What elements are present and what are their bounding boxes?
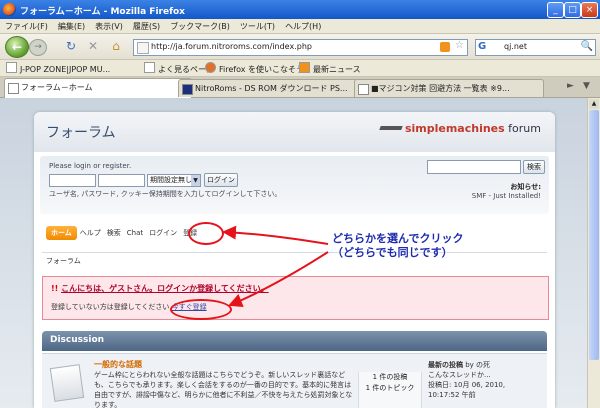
breadcrumb[interactable]: フォーラム [46,256,81,266]
menu-view[interactable]: 表示(V) [90,19,128,33]
menu-search-link[interactable]: 検索 [104,226,124,240]
reload-icon[interactable]: ↻ [64,39,78,53]
stop-icon[interactable]: ✕ [86,39,100,53]
menu-chat-link[interactable]: Chat [124,226,146,240]
bookmark-item[interactable]: J-POP ZONE|JPOP MU... [6,62,110,74]
search-bar[interactable]: G qj.net 🔍 [475,39,596,56]
back-button[interactable]: ← [5,36,29,58]
page-icon [144,62,155,73]
board-row: 一般的な話題 ゲーム枠にとらわれない全般な話題はこちらでどうぞ。新しいスレッド裏… [42,353,547,408]
tab-favicon [182,84,193,95]
navigation-toolbar: ← → ↻ ✕ ⌂ http://ja.forum.nitroroms.com/… [0,34,600,60]
tab-forum-home[interactable]: フォーラム－ホーム ✖ [4,78,192,98]
site-favicon [137,42,149,54]
page-viewport: ▲ フォーラム simplemachines forum Please logi… [0,98,600,408]
board-last-post: 最新の投稿 by の死 こんなスレッドか... 投稿日: 10月 06, 201… [428,360,546,400]
back-arrow-icon: ← [11,40,23,54]
scroll-thumb[interactable] [589,110,599,360]
smf-logo: simplemachines forum [379,122,541,135]
rss-icon[interactable] [440,42,450,52]
tab-nitroroms[interactable]: NitroRoms - DS ROM ダウンロード PS... [178,79,368,97]
warning-icon: !! [51,284,59,293]
minimize-button[interactable]: _ [547,2,564,18]
firefox-icon [205,62,216,73]
menu-help-link[interactable]: ヘルプ [77,226,104,240]
firefox-icon [3,3,16,16]
login-hint: ユーザ名, パスワード, クッキー保持期間を入力してログインして下さい。 [49,190,282,198]
forum-search-button[interactable]: 検索 [523,160,545,174]
news-text: SMF - Just Installed! [471,192,541,200]
search-icon[interactable]: 🔍 [581,41,593,52]
login-button[interactable]: ログイン [204,173,238,187]
bookmarks-toolbar: J-POP ZONE|JPOP MU... よく見るページ Firefox を使… [0,60,600,77]
board-name[interactable]: 一般的な話題 [94,359,142,370]
menu-bar: ファイル(F) 編集(E) 表示(V) 履歴(S) ブックマーク(B) ツール(T) ヘルプ… [0,19,600,34]
divider [42,252,547,253]
bookmark-star-icon[interactable]: ☆ [455,40,464,51]
tab-strip: フォーラム－ホーム ✖ NitroRoms - DS ROM ダウンロード PS… [0,77,600,98]
news-label: お知らせ: [510,183,541,191]
page-icon [6,62,17,73]
search-input[interactable]: qj.net [504,42,527,51]
password-input[interactable] [98,174,145,187]
user-area: Please login or register. 期間設定無し ▼ ログイン ユ… [40,156,549,214]
forward-arrow-icon: → [34,42,42,52]
menu-help[interactable]: ヘルプ(H) [280,19,326,33]
menu-edit[interactable]: 編集(E) [53,19,90,33]
vertical-scrollbar[interactable]: ▲ [587,98,600,408]
window-titlebar: フォーラム－ホーム - Mozilla Firefox _ □ × [0,0,600,19]
tab-favicon [8,83,19,94]
maximize-button[interactable]: □ [564,2,581,18]
bookmark-item[interactable]: よく見るページ [144,62,214,74]
url-bar[interactable]: http://ja.forum.nitroroms.com/index.php … [133,39,468,56]
forum-page: フォーラム simplemachines forum Please login … [34,112,555,408]
username-input[interactable] [49,174,96,187]
annotation-text: どちらかを選んでクリック （どちらでも同じです） [332,232,464,259]
category-header[interactable]: Discussion [42,331,547,351]
menu-home[interactable]: ホーム [46,226,77,240]
menu-bookmarks[interactable]: ブックマーク(B) [165,19,235,33]
chevron-down-icon: ▼ [191,175,200,186]
forum-title: フォーラム [46,125,116,141]
home-icon[interactable]: ⌂ [109,39,123,53]
board-stats: 1 件の投稿 1 件のトピック [358,372,422,408]
tab-list-icon[interactable]: ▼ [583,81,590,91]
menu-login-link[interactable]: ログイン [146,226,180,240]
board-posts: 1 件の投稿 [372,373,408,381]
menu-history[interactable]: 履歴(S) [128,19,165,33]
forum-header: フォーラム simplemachines forum [34,112,555,152]
guest-notice: !! こんにちは、ゲストさん。ログインか登録してください。 登録していない方は登… [42,276,549,320]
forum-search-input[interactable] [427,160,521,174]
forward-button[interactable]: → [29,39,47,56]
board-description: ゲーム枠にとらわれない全般な話題はこちらでどうぞ。新しいスレッド裏話なども、こち… [94,371,353,408]
tab-magicon[interactable]: ■マジコン対策 回避方法 一覧表 ※9... [354,79,544,97]
scroll-up-icon[interactable]: ▲ [589,99,599,109]
main-menu: ホーム ヘルプ 検索 Chat ログイン 登録 [46,226,200,240]
board-topics: 1 件のトピック [365,384,415,392]
menu-file[interactable]: ファイル(F) [0,19,53,33]
last-post-subject[interactable]: こんなスレッドか... [428,370,546,380]
rss-feed-icon [299,62,310,73]
logo-mark-icon [379,126,403,130]
bookmark-item[interactable]: 最新ニュース [299,62,361,74]
menu-tools[interactable]: ツール(T) [235,19,280,33]
tab-favicon [358,84,369,95]
login-prompt[interactable]: Please login or register. [49,162,131,170]
category-title: Discussion [50,335,105,345]
annotation-circle-register-tab [188,222,224,245]
bookmark-item[interactable]: Firefox を使いこなそう [205,62,304,74]
url-text: http://ja.forum.nitroroms.com/index.php [151,42,312,51]
window-title: フォーラム－ホーム - Mozilla Firefox [20,7,185,17]
session-length-select[interactable]: 期間設定無し ▼ [147,174,201,187]
google-icon[interactable]: G [478,41,490,53]
annotation-circle-register-link [170,299,232,320]
tab-scroll-right-icon[interactable]: ► [567,81,574,91]
close-button[interactable]: × [581,2,598,18]
guest-notice-heading: !! こんにちは、ゲストさん。ログインか登録してください。 [51,284,269,293]
board-icon [49,364,85,402]
